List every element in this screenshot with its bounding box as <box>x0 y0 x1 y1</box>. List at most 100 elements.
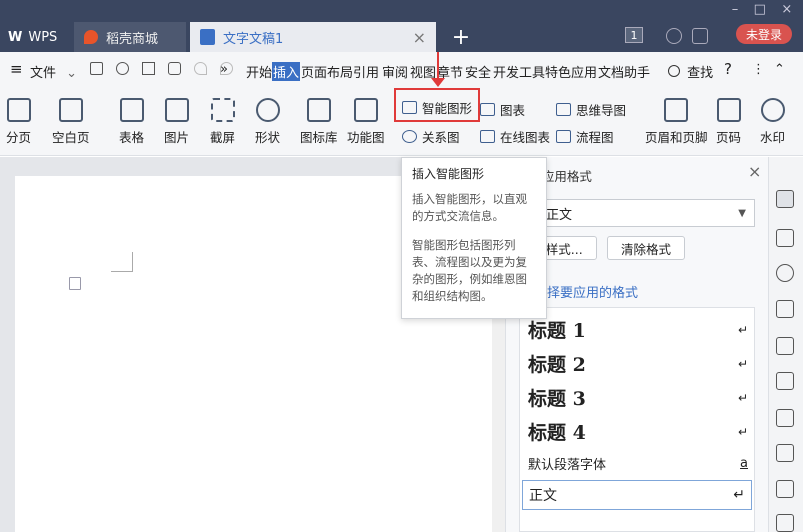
tab-count-badge[interactable]: 1 <box>625 27 643 43</box>
star-icon[interactable] <box>776 372 794 390</box>
page-number-label: 页码 <box>716 130 742 145</box>
tooltip-description-1: 插入智能图形，以直观的方式交流信息。 <box>412 192 527 223</box>
style-normal[interactable]: 正文 ↵ <box>522 480 752 510</box>
menu-page-layout[interactable]: 页面布局 <box>301 62 353 81</box>
file-menu[interactable]: 文件 ⌄ <box>30 62 77 81</box>
menu-references[interactable]: 引用 <box>353 62 379 81</box>
search-button[interactable]: 查找 <box>668 62 713 81</box>
blank-page-button[interactable]: 空白页 <box>52 98 90 146</box>
undo-icon[interactable] <box>194 62 207 75</box>
image-icon[interactable] <box>776 514 794 532</box>
login-label: 未登录 <box>745 27 782 42</box>
menu-security[interactable]: 安全 <box>465 62 491 81</box>
menu-doc-assistant[interactable]: 文档助手 <box>598 62 650 81</box>
archive-icon[interactable] <box>776 480 794 498</box>
help-icon[interactable]: ? <box>724 60 732 78</box>
tab-mall[interactable]: 稻壳商城 <box>74 22 186 52</box>
screenshot-button[interactable]: 截屏 <box>210 98 235 146</box>
shapes-icon[interactable] <box>776 264 794 282</box>
translate-icon[interactable] <box>776 444 794 462</box>
shirt-icon[interactable] <box>692 28 708 44</box>
table-label: 表格 <box>119 130 145 145</box>
style-default-font[interactable]: 默认段落字体 a <box>528 454 748 473</box>
menu-features[interactable]: 特色应用 <box>545 62 597 81</box>
clear-format-button[interactable]: 清除格式 <box>607 236 685 260</box>
page-break-button[interactable]: 分页 <box>6 98 31 146</box>
flame-icon <box>84 30 98 44</box>
paste-options-icon[interactable] <box>69 277 81 290</box>
menu-review[interactable]: 审阅 <box>382 62 408 81</box>
maximize-icon[interactable]: □ <box>754 2 766 20</box>
style-list: 标题 1 ↵ 标题 2 ↵ 标题 3 ↵ 标题 4 ↵ 默认段落字体 a 正文 ↵ <box>519 307 755 532</box>
style-label: 标题 3 <box>528 388 586 410</box>
picture-button[interactable]: 图片 <box>164 98 189 146</box>
skin-icon[interactable] <box>666 28 682 44</box>
share-icon[interactable] <box>776 409 794 427</box>
gallery-icon[interactable] <box>776 337 794 355</box>
style-heading-2[interactable]: 标题 2 ↵ <box>528 350 748 377</box>
page-break-label: 分页 <box>6 130 32 145</box>
more-label: » <box>220 62 228 77</box>
style-heading-3[interactable]: 标题 3 ↵ <box>528 384 748 411</box>
minimize-icon[interactable]: – <box>732 2 739 20</box>
page-number-icon <box>716 98 741 122</box>
header-footer-button[interactable]: 页眉和页脚 <box>645 98 708 146</box>
tab-wps-label: WPS <box>28 29 58 45</box>
tab-wps[interactable]: W WPS <box>0 22 72 52</box>
menu-insert[interactable]: 插入 <box>272 62 301 81</box>
tab-document[interactable]: 文字文稿1 × <box>190 22 436 52</box>
table-button[interactable]: 表格 <box>119 98 144 146</box>
style-heading-4[interactable]: 标题 4 ↵ <box>528 418 748 445</box>
close-panel-icon[interactable]: × <box>748 162 761 181</box>
style-label: 标题 1 <box>528 320 586 342</box>
mindmap-button[interactable]: 思维导图 <box>556 100 626 119</box>
print-preview-icon[interactable] <box>168 62 181 75</box>
new-tab-button[interactable]: + <box>448 22 474 52</box>
paragraph-mark-icon: ↵ <box>737 390 748 405</box>
more-menus-icon[interactable]: » <box>220 62 228 77</box>
icon-library-button[interactable]: 图标库 <box>300 98 338 146</box>
more-options-icon[interactable]: ⋮ <box>752 62 765 77</box>
hamburger-menu-icon[interactable]: ≡ <box>10 60 23 78</box>
relationship-chart-button[interactable]: 关系图 <box>402 127 460 146</box>
function-chart-button[interactable]: 功能图 <box>347 98 385 146</box>
flowchart-label: 流程图 <box>576 130 614 145</box>
table-icon <box>119 98 144 122</box>
screenshot-label: 截屏 <box>210 130 236 145</box>
export-icon[interactable] <box>116 62 129 75</box>
style-label: 标题 2 <box>528 354 586 376</box>
margin-corner-mark <box>111 252 133 272</box>
collapse-ribbon-icon[interactable]: ⌃ <box>774 62 785 77</box>
blank-page-label: 空白页 <box>52 130 90 145</box>
chart-icon <box>480 103 495 116</box>
smart-art-icon <box>402 101 417 114</box>
print-icon[interactable] <box>142 62 155 75</box>
close-tab-icon[interactable]: × <box>413 28 426 47</box>
style-heading-1[interactable]: 标题 1 ↵ <box>528 316 748 343</box>
menu-developer[interactable]: 开发工具 <box>493 62 545 81</box>
current-style-select[interactable]: 正文 ▼ <box>519 199 755 227</box>
shape-label: 形状 <box>255 130 281 145</box>
flowchart-button[interactable]: 流程图 <box>556 127 614 146</box>
login-button[interactable]: 未登录 <box>736 24 792 44</box>
select-cursor-icon[interactable] <box>776 229 794 247</box>
close-window-icon[interactable]: × <box>781 2 792 20</box>
tab-document-label: 文字文稿1 <box>223 31 284 47</box>
shape-button[interactable]: 形状 <box>255 98 280 146</box>
online-chart-button[interactable]: 在线图表 <box>480 127 550 146</box>
save-icon[interactable] <box>90 62 103 75</box>
online-chart-icon <box>480 130 495 143</box>
menu-start[interactable]: 开始 <box>246 62 272 81</box>
watermark-label: 水印 <box>760 130 786 145</box>
watermark-button[interactable]: 水印 <box>760 98 785 146</box>
tab-mall-label: 稻壳商城 <box>106 31 159 47</box>
style-pen-icon[interactable] <box>776 190 794 208</box>
smart-art-button[interactable]: 智能图形 <box>402 98 472 117</box>
chart-button[interactable]: 图表 <box>480 100 525 119</box>
adjust-icon[interactable] <box>776 300 794 318</box>
quick-toolbar <box>90 62 240 78</box>
dropdown-arrow-icon: ▼ <box>738 207 746 219</box>
arrow-head <box>431 78 445 87</box>
arrow-indicator <box>437 52 439 80</box>
page-number-button[interactable]: 页码 <box>716 98 741 146</box>
